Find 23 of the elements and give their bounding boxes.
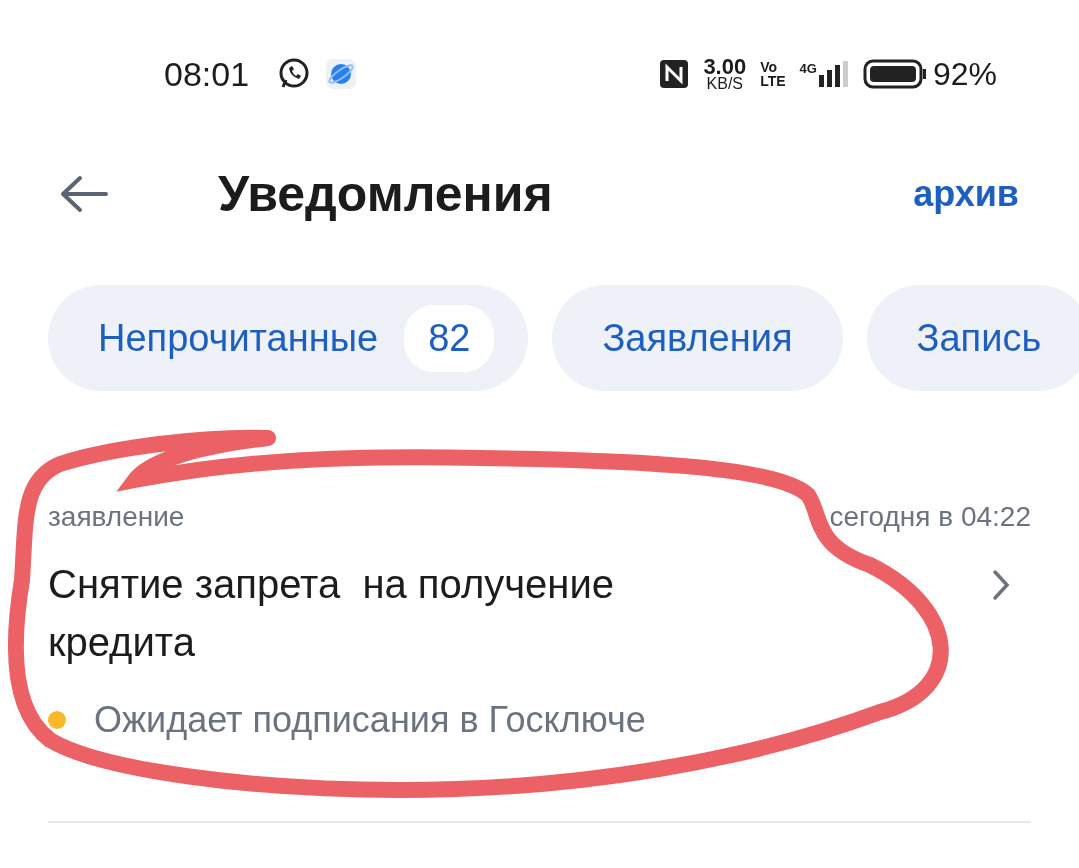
count-badge: 82 — [404, 304, 495, 372]
timestamp: сегодня в 04:22 — [829, 501, 1031, 533]
page-title: Уведомления — [218, 165, 553, 223]
category-label: заявление — [48, 501, 185, 533]
status-text: Ожидает подписания в Госключе — [94, 699, 646, 741]
clock: 08:01 — [164, 54, 250, 94]
filter-label: Непрочитанные — [98, 316, 379, 360]
notification-title[interactable]: Снятие запрета на получение кредита — [48, 555, 748, 671]
back-button[interactable] — [58, 174, 110, 214]
filter-chip[interactable]: Запись — [866, 285, 1079, 391]
nfc-icon — [659, 59, 690, 89]
filter-label: Заявления — [602, 316, 793, 360]
battery-icon — [862, 59, 927, 89]
archive-link[interactable]: архив — [913, 173, 1019, 215]
battery-percent: 92% — [932, 55, 997, 93]
volte-indicator: Vo LTE — [760, 60, 786, 88]
chevron-icon — [991, 569, 1011, 601]
filter-label: Запись — [916, 316, 1042, 360]
filter-chip[interactable]: Непрочитанные 82 — [48, 285, 529, 391]
planet-app-icon — [325, 58, 358, 90]
signal-indicator: 4G — [799, 61, 849, 87]
network-speed: 3.00 KB/S — [703, 56, 747, 92]
filter-chip[interactable]: Заявления — [552, 285, 843, 391]
